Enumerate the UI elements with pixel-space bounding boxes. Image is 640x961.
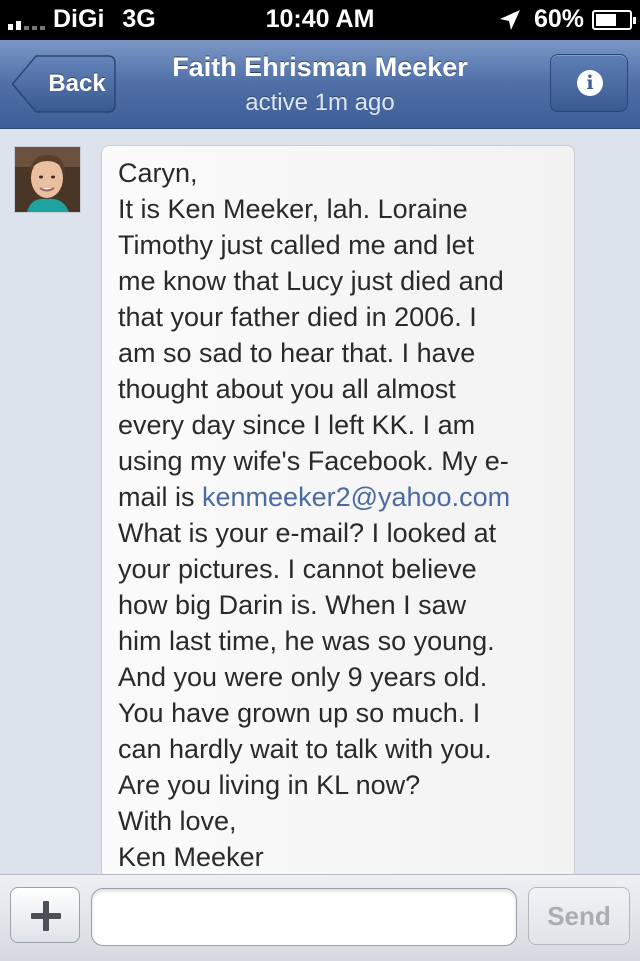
info-button[interactable]: i [550,54,628,112]
message-line: Timothy just called me and let [118,230,475,260]
message-line: your pictures. I cannot believe [118,554,477,584]
active-status: active 1m ago [245,89,395,116]
message-line: Caryn, [118,158,198,188]
message-line: You have grown up so much. I [118,698,481,728]
battery-percent: 60% [533,5,584,33]
message-line: can hardly wait to talk with you. [118,734,492,764]
info-icon: i [577,70,603,96]
message-line: using my wife's Facebook. My e- [118,446,509,476]
add-attachment-button[interactable] [10,887,80,943]
email-link[interactable]: kenmeeker2@yahoo.com [202,482,510,512]
message-input[interactable] [91,888,517,946]
send-button[interactable]: Send [528,887,630,945]
message-line-with-link: mail is kenmeeker2@yahoo.com [118,479,568,515]
message-line: that your father died in 2006. I [118,302,477,332]
avatar[interactable] [14,146,81,213]
message-line: thought about you all almost [118,374,456,404]
back-button[interactable]: Back [12,55,116,113]
message-text: Caryn, It is Ken Meeker, lah. Loraine Ti… [118,155,568,874]
conversation-title: Faith Ehrisman Meeker [172,52,468,82]
message-line: And you were only 9 years old. [118,662,488,692]
message-line: Ken Meeker [118,842,264,872]
message-line: me know that Lucy just died and [118,266,504,296]
message-line: every day since I left KK. I am [118,410,476,440]
message-line: him last time, he was so young. [118,626,495,656]
message-line: With love, [118,806,237,836]
back-label: Back [48,70,106,97]
message-line: how big Darin is. When I saw [118,590,467,620]
status-bar: DiGi 3G 10:40 AM 60% [0,0,640,40]
message-thread[interactable]: Caryn, It is Ken Meeker, lah. Loraine Ti… [0,129,640,874]
message-line: Are you living in KL now? [118,770,421,800]
message-line: mail is [118,482,203,512]
navigation-bar: Back Faith Ehrisman Meeker active 1m ago… [0,40,640,129]
battery-icon [592,9,636,30]
location-arrow-icon [499,9,520,30]
message-line: It is Ken Meeker, lah. Loraine [118,194,468,224]
message-line: What is your e-mail? I looked at [118,518,497,548]
avatar-photo [15,147,80,212]
message-line: am so sad to hear that. I have [118,338,476,368]
composer-bar: Send [0,874,640,961]
status-right: 60% [498,5,636,34]
